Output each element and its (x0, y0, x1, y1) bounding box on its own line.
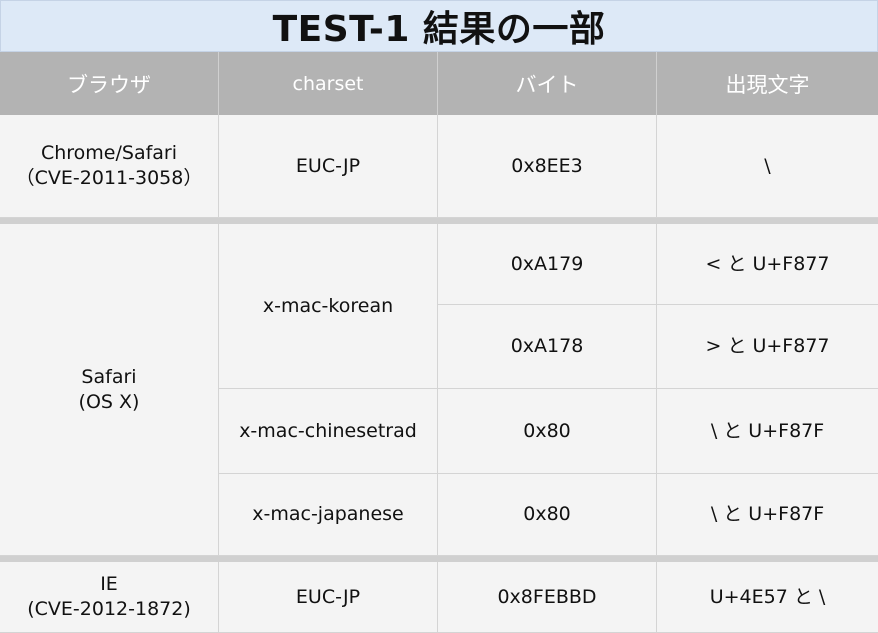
safari-browser-cell: Safari (OS X) (0, 224, 219, 556)
slide-title: TEST-1 結果の一部 (272, 9, 606, 50)
header-byte: バイト (438, 52, 657, 115)
chrome-cve: （CVE-2011-3058） (15, 167, 203, 189)
ie-byte: 0x8FEBBD (438, 562, 657, 633)
ie-chars: U+4E57 と \ (657, 562, 878, 633)
safari-japanese-chars: \ と U+F87F (657, 474, 878, 556)
safari-os: (OS X) (78, 390, 140, 413)
header-charset: charset (219, 52, 438, 115)
safari-korean-chars-2: > と U+F877 (657, 305, 878, 389)
safari-japanese-charset: x-mac-japanese (219, 474, 438, 556)
safari-korean-charset: x-mac-korean (219, 224, 438, 389)
ie-browser-name: IE (100, 573, 118, 596)
chrome-charset: EUC-JP (219, 115, 438, 218)
chrome-browser-name: Chrome/Safari (40, 142, 178, 165)
chrome-byte: 0x8EE3 (438, 115, 657, 218)
safari-korean-chars-1: < と U+F877 (657, 224, 878, 305)
safari-japanese-byte: 0x80 (438, 474, 657, 556)
header-browser: ブラウザ (0, 52, 219, 115)
safari-browser-name: Safari (81, 365, 137, 388)
safari-korean-byte-1: 0xA179 (438, 224, 657, 305)
safari-chinesetrad-charset: x-mac-chinesetrad (219, 389, 438, 474)
safari-chinesetrad-byte: 0x80 (438, 389, 657, 474)
slide-title-bar: TEST-1 結果の一部 (0, 0, 878, 52)
header-chars: 出現文字 (657, 52, 878, 115)
safari-korean-byte-2: 0xA178 (438, 305, 657, 389)
safari-chinesetrad-chars: \ と U+F87F (657, 389, 878, 474)
chrome-browser-cell: Chrome/Safari （CVE-2011-3058） (0, 115, 219, 218)
ie-browser-cell: IE (CVE-2012-1872) (0, 562, 219, 633)
ie-cve: (CVE-2012-1872) (27, 598, 191, 620)
results-table: ブラウザ charset バイト 出現文字 Chrome/Safari （CVE… (0, 52, 878, 633)
chrome-chars: \ (657, 115, 878, 218)
ie-charset: EUC-JP (219, 562, 438, 633)
